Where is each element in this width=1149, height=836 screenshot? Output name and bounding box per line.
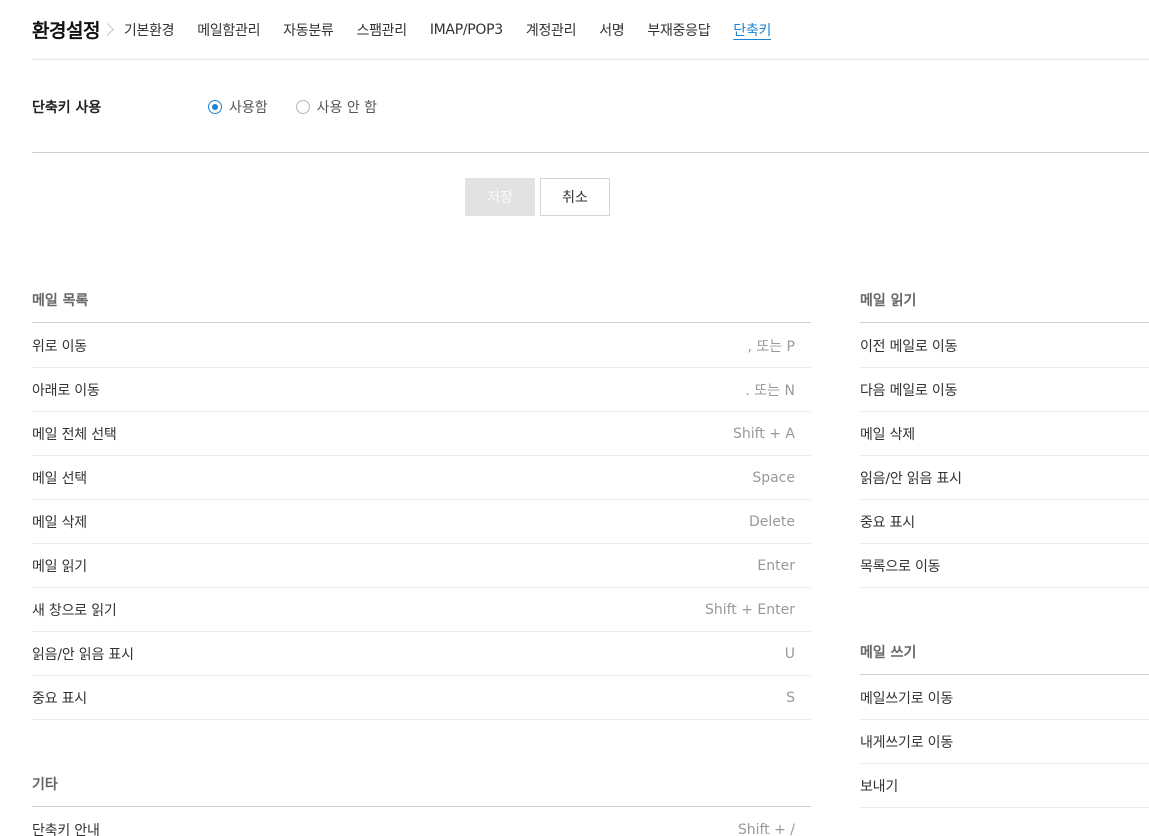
list-item: 중요 표시 <box>860 500 1149 544</box>
tab-shortcuts[interactable]: 단축키 <box>733 20 771 40</box>
shortcut-key: S <box>786 689 795 706</box>
shortcut-name: 보내기 <box>860 778 899 795</box>
shortcut-name: 위로 이동 <box>32 338 87 355</box>
shortcut-name: 메일 전체 선택 <box>32 426 117 443</box>
tab-signature[interactable]: 서명 <box>599 20 624 40</box>
list-item: 메일쓰기로 이동 <box>860 676 1149 720</box>
list-item: 다음 메일로 이동 <box>860 368 1149 412</box>
shortcut-setting-row: 단축키 사용 사용함 사용 안 함 <box>32 60 1149 153</box>
shortcut-name: 읽음/안 읽음 표시 <box>32 646 134 663</box>
cancel-button[interactable]: 취소 <box>540 178 610 216</box>
list-item: 단축키 안내 Shift + / <box>32 808 811 836</box>
radio-unchecked-icon[interactable] <box>295 100 310 114</box>
list-item: 메일 읽기 Enter <box>32 544 811 588</box>
save-button[interactable]: 저장 <box>465 178 535 216</box>
list-item: 메일 삭제 <box>860 412 1149 456</box>
shortcut-key: U <box>784 645 795 662</box>
section-title-mail-read: 메일 읽기 <box>860 279 1149 323</box>
shortcut-name: 메일 삭제 <box>32 514 87 531</box>
shortcut-key: . 또는 N <box>745 382 795 399</box>
chevron-right-icon <box>102 20 116 40</box>
shortcut-name: 목록으로 이동 <box>860 558 941 575</box>
shortcut-name: 메일쓰기로 이동 <box>860 690 954 707</box>
tab-mailbox-management[interactable]: 메일함관리 <box>197 20 260 40</box>
section-title-mail-write: 메일 쓰기 <box>860 631 1149 675</box>
tab-imap-pop3[interactable]: IMAP/POP3 <box>430 22 503 38</box>
list-item: 이전 메일로 이동 <box>860 324 1149 368</box>
tab-spam-management[interactable]: 스팸관리 <box>356 20 407 40</box>
radio-use-label: 사용함 <box>229 100 268 116</box>
shortcut-radio-group: 사용함 사용 안 함 <box>208 97 405 117</box>
list-item: 메일 전체 선택 Shift + A <box>32 412 811 456</box>
list-item: 목록으로 이동 <box>860 544 1149 588</box>
page-title: 환경설정 <box>32 20 100 42</box>
shortcut-key: Shift + Enter <box>704 601 795 618</box>
list-item: 보내기 <box>860 764 1149 808</box>
tab-basic[interactable]: 기본환경 <box>124 20 175 40</box>
radio-not-use[interactable]: 사용 안 함 <box>295 97 378 117</box>
shortcut-name: 다음 메일로 이동 <box>860 382 958 399</box>
radio-not-use-label: 사용 안 함 <box>316 100 378 116</box>
list-item: 위로 이동 , 또는 P <box>32 324 811 368</box>
shortcut-name: 중요 표시 <box>32 690 87 707</box>
list-item: 메일 선택 Space <box>32 456 811 500</box>
shortcut-name: 메일 선택 <box>32 470 87 487</box>
settings-header: 환경설정 기본환경 메일함관리 자동분류 스팸관리 IMAP/POP3 계정관리… <box>32 0 1149 60</box>
shortcut-name: 이전 메일로 이동 <box>860 338 958 355</box>
list-item: 중요 표시 S <box>32 676 811 720</box>
shortcut-name: 단축키 안내 <box>32 822 100 836</box>
shortcut-key: Delete <box>749 513 795 530</box>
shortcut-name: 내게쓰기로 이동 <box>860 734 954 751</box>
section-title-mail-list: 메일 목록 <box>32 279 811 323</box>
radio-use[interactable]: 사용함 <box>208 97 268 117</box>
shortcut-name: 메일 읽기 <box>32 558 87 575</box>
list-item: 읽음/안 읽음 표시 U <box>32 632 811 676</box>
list-item: 내게쓰기로 이동 <box>860 720 1149 764</box>
list-item: 메일 삭제 Delete <box>32 500 811 544</box>
shortcut-key: , 또는 P <box>747 338 795 355</box>
shortcut-key: Enter <box>757 557 795 574</box>
section-title-etc: 기타 <box>32 763 811 807</box>
shortcut-key: Space <box>752 469 795 486</box>
list-item: 아래로 이동 . 또는 N <box>32 368 811 412</box>
shortcut-setting-label: 단축키 사용 <box>32 100 102 116</box>
shortcut-key: Shift + / <box>737 821 795 836</box>
list-item: 새 창으로 읽기 Shift + Enter <box>32 588 811 632</box>
shortcut-name: 읽음/안 읽음 표시 <box>860 470 962 487</box>
tab-auto-reply[interactable]: 부재중응답 <box>647 20 710 40</box>
shortcut-key: Shift + A <box>732 425 795 442</box>
shortcut-name: 중요 표시 <box>860 514 915 531</box>
shortcut-name: 새 창으로 읽기 <box>32 602 117 619</box>
radio-checked-icon[interactable] <box>208 100 222 114</box>
settings-tabs: 기본환경 메일함관리 자동분류 스팸관리 IMAP/POP3 계정관리 서명 부… <box>124 20 794 40</box>
tab-auto-sort[interactable]: 자동분류 <box>283 20 334 40</box>
list-item: 읽음/안 읽음 표시 <box>860 456 1149 500</box>
tab-account-management[interactable]: 계정관리 <box>526 20 577 40</box>
shortcut-name: 아래로 이동 <box>32 382 100 399</box>
shortcut-name: 메일 삭제 <box>860 426 915 443</box>
